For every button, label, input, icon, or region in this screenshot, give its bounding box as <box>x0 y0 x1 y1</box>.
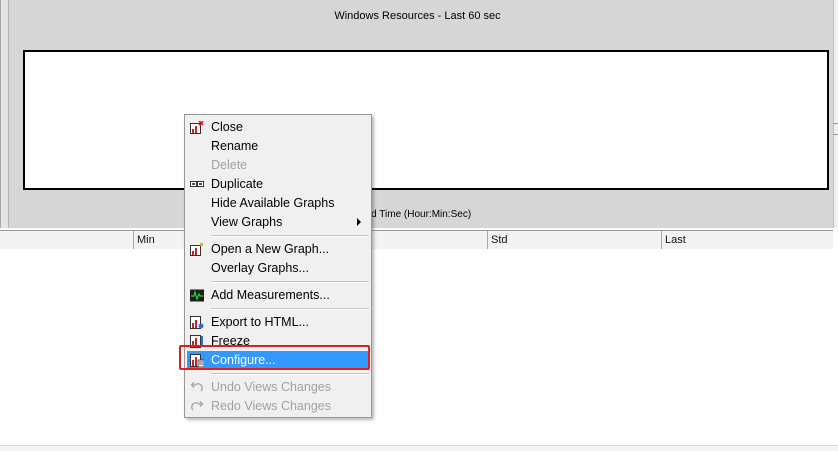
annotation-highlight-box <box>179 345 370 370</box>
menu-item-close[interactable]: Close <box>187 118 369 137</box>
menu-item-label: Add Measurements... <box>211 288 330 302</box>
column-header-measurement[interactable] <box>0 231 133 249</box>
bottom-border <box>0 445 838 451</box>
new-graph-icon <box>190 243 204 256</box>
context-menu: Close Rename Delete Duplicate Hide Avail… <box>184 114 372 418</box>
menu-separator <box>211 373 369 375</box>
submenu-arrow-icon <box>357 218 361 226</box>
menu-item-label: Close <box>211 120 243 134</box>
column-header-last[interactable]: Last <box>661 231 833 249</box>
menu-item-open-new-graph[interactable]: Open a New Graph... <box>187 240 369 259</box>
menu-item-view-graphs[interactable]: View Graphs <box>187 213 369 232</box>
menu-item-label: Export to HTML... <box>211 315 309 329</box>
menu-item-rename[interactable]: Rename <box>187 137 369 156</box>
menu-item-undo-views-changes: Undo Views Changes <box>187 378 369 397</box>
menu-separator <box>211 235 369 237</box>
menu-item-label: Delete <box>211 158 248 172</box>
legend-table-body[interactable] <box>0 249 833 445</box>
graph-panel: Windows Resources - Last 60 sec osed Tim… <box>0 0 834 228</box>
menu-item-overlay-graphs[interactable]: Overlay Graphs... <box>187 259 369 278</box>
menu-item-label: Undo Views Changes <box>211 380 331 394</box>
menu-item-hide-available-graphs[interactable]: Hide Available Graphs <box>187 194 369 213</box>
redo-icon <box>190 400 204 413</box>
menu-separator <box>211 281 369 283</box>
menu-item-label: Rename <box>211 139 259 153</box>
column-header-std[interactable]: Std <box>487 231 661 249</box>
menu-item-redo-views-changes: Redo Views Changes <box>187 397 369 416</box>
menu-item-delete: Delete <box>187 156 369 175</box>
menu-item-duplicate[interactable]: Duplicate <box>187 175 369 194</box>
measurements-icon <box>190 289 204 302</box>
legend-table-header: Min Std Last <box>0 230 833 250</box>
graph-left-splitter[interactable] <box>1 0 9 228</box>
menu-item-label: Overlay Graphs... <box>211 261 309 275</box>
menu-item-label: Open a New Graph... <box>211 242 330 256</box>
graph-plot-area[interactable] <box>23 50 829 190</box>
graph-title: Windows Resources - Last 60 sec <box>334 10 501 22</box>
undo-icon <box>190 381 204 394</box>
x-axis-label: osed Time (Hour:Min:Sec) <box>355 209 472 220</box>
menu-item-label: Hide Available Graphs <box>211 196 335 210</box>
menu-item-add-measurements[interactable]: Add Measurements... <box>187 286 369 305</box>
menu-item-export-html[interactable]: Export to HTML... <box>187 313 369 332</box>
duplicate-icon <box>190 178 204 191</box>
vertical-scrollbar[interactable] <box>833 0 838 228</box>
export-html-icon <box>190 316 204 329</box>
menu-separator <box>211 308 369 310</box>
scrollbar-thumb[interactable] <box>833 123 838 135</box>
menu-item-label: Duplicate <box>211 177 264 191</box>
menu-item-label: View Graphs <box>211 215 283 229</box>
menu-item-label: Redo Views Changes <box>211 399 331 413</box>
close-graph-icon <box>190 120 204 134</box>
